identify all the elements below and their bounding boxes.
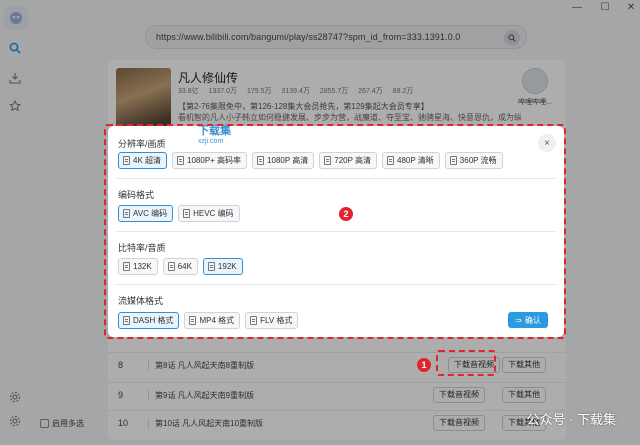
annotation-box-download xyxy=(436,350,496,376)
watermark-footer: 公众号 · 下载集 xyxy=(526,412,616,427)
annotation-badge-1: 1 xyxy=(417,358,431,372)
annotation-box-dialog xyxy=(104,124,566,339)
annotation-badge-2: 2 xyxy=(339,207,353,221)
